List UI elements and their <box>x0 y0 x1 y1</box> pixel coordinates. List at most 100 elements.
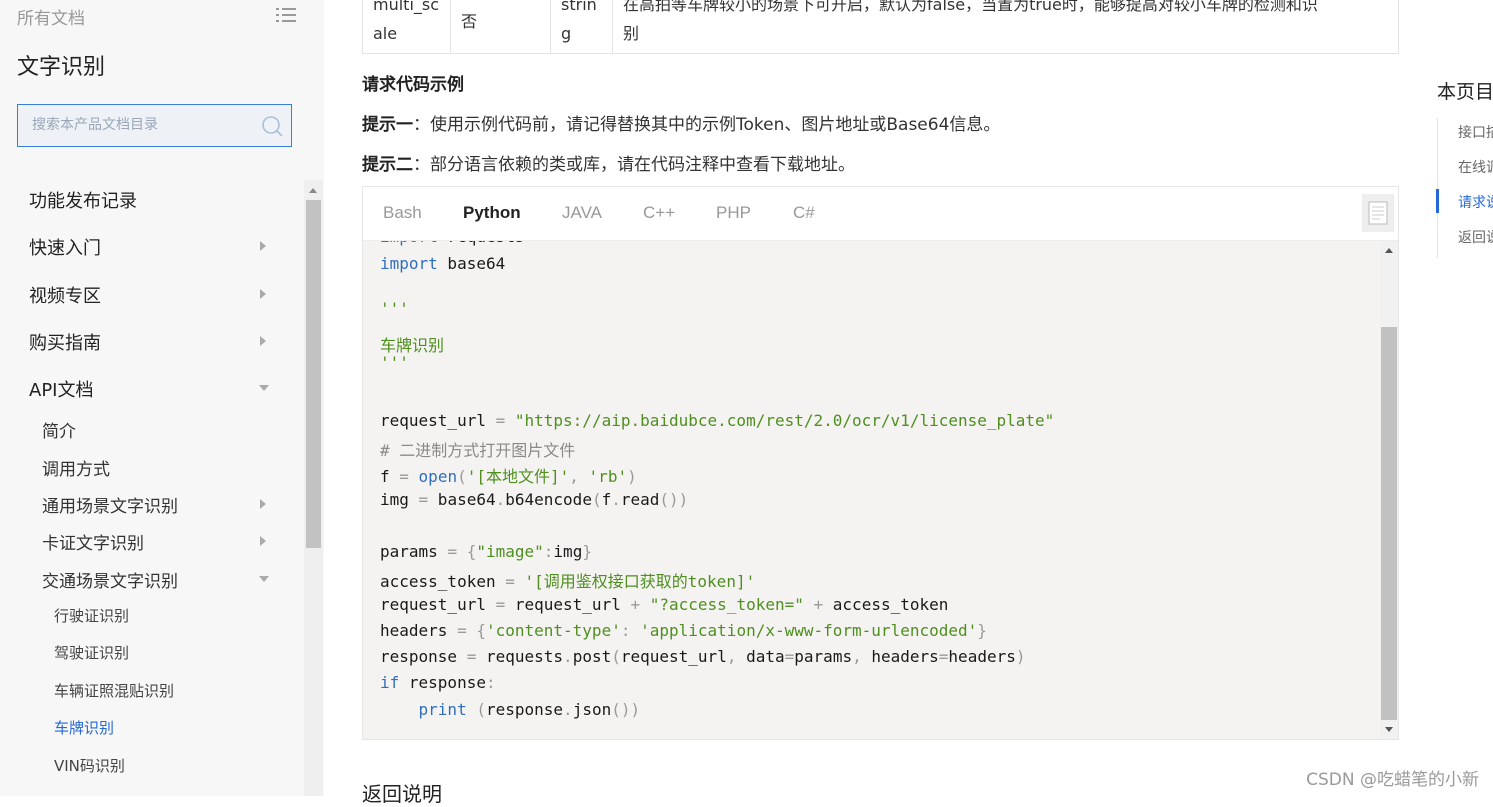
code-token: . <box>495 490 506 509</box>
nav-item-release-notes[interactable]: 功能发布记录 <box>0 180 303 216</box>
nav-item-quick-start[interactable]: 快速入门 <box>0 227 303 263</box>
code-line: ''' <box>380 353 409 372</box>
list-menu-icon[interactable] <box>276 6 296 24</box>
code-token: ()) <box>659 490 689 509</box>
toc-active-marker <box>1436 189 1439 213</box>
tab-python[interactable]: Python <box>463 203 521 223</box>
nav-item-vin-code[interactable]: VIN码识别 <box>0 746 303 782</box>
nav-item-general-ocr[interactable]: 通用场景文字识别 <box>0 485 303 521</box>
tab-php[interactable]: PHP <box>716 203 751 223</box>
code-token: , <box>852 647 862 666</box>
code-example-card: Bash Python JAVA C++ PHP C# import reque… <box>362 186 1399 740</box>
code-line: params = {"image":img} <box>380 542 592 561</box>
nav-item-label: 交通场景文字识别 <box>42 572 178 592</box>
watermark: CSDN @吃蜡笔的小新 <box>1306 770 1479 790</box>
scroll-up-icon[interactable] <box>1385 248 1393 253</box>
tip-text: ：使用示例代码前，请记得替换其中的示例Token、图片地址或Base64信息。 <box>413 115 1001 135</box>
all-docs-link[interactable]: 所有文档 <box>17 4 85 29</box>
toc-item-interface-desc[interactable]: 接口描述 <box>1458 122 1493 142</box>
code-token: ) <box>1015 647 1026 666</box>
code-token: "image" <box>476 542 544 561</box>
search-input[interactable] <box>30 116 254 134</box>
code-token: = { <box>457 621 486 640</box>
code-line: response = requests.post(request_url, da… <box>380 647 1026 666</box>
code-line: request_url = request_url + "?access_tok… <box>380 595 949 614</box>
scroll-up-icon[interactable] <box>309 188 317 193</box>
code-token: ( <box>457 467 467 486</box>
nav-item-call-method[interactable]: 调用方式 <box>0 448 303 484</box>
toc-title: 本页目录 <box>1437 81 1493 103</box>
copy-button[interactable] <box>1362 194 1394 232</box>
nav-item-vehicle-license[interactable]: 行驶证识别 <box>0 596 303 632</box>
required-cell: 否 <box>451 0 551 54</box>
code-token: import <box>380 241 438 246</box>
nav-item-intro[interactable]: 简介 <box>0 410 303 446</box>
code-token: = <box>495 595 506 614</box>
nav-item-label: 行驶证识别 <box>54 607 130 625</box>
code-token: "?access_token=" <box>649 595 804 614</box>
nav-item-card-ocr[interactable]: 卡证文字识别 <box>0 522 303 558</box>
code-token: ) <box>627 467 637 486</box>
nav-item-license-plate[interactable]: 车牌识别 <box>0 708 303 744</box>
product-title: 文字识别 <box>17 55 106 80</box>
code-token: = <box>505 572 515 591</box>
nav-item-label: 调用方式 <box>42 460 110 480</box>
caret-right-icon <box>260 336 266 346</box>
nav-item-video[interactable]: 视频专区 <box>0 275 303 311</box>
param-name-line: multi_sc <box>373 0 440 14</box>
code-token: 'application/x-www-form-urlencoded' <box>640 621 978 640</box>
toc-item-response-desc[interactable]: 返回说明 <box>1458 227 1493 247</box>
description-line: 在高拍等车牌较小的场景下可开启，默认为false，当置为true时，能够提高对较… <box>623 0 1318 14</box>
nav-item-label: 视频专区 <box>29 286 101 307</box>
code-line: import base64 <box>380 254 506 273</box>
nav-item-label: 卡证文字识别 <box>42 534 144 554</box>
sidebar-scrollbar[interactable] <box>304 180 323 796</box>
search-box[interactable] <box>17 104 292 147</box>
tab-java[interactable]: JAVA <box>562 203 602 223</box>
code-line: import requests <box>380 241 525 246</box>
toc-item-online-debug[interactable]: 在线调试 <box>1458 157 1493 177</box>
code-line: headers = {'content-type': 'application/… <box>380 621 987 640</box>
tab-cpp[interactable]: C++ <box>643 203 675 223</box>
code-line: access_token = '[调用鉴权接口获取的token]' <box>380 572 756 591</box>
code-line: print (response.json()) <box>418 700 641 719</box>
tip-one: 提示一：使用示例代码前，请记得替换其中的示例Token、图片地址或Base64信… <box>362 110 1000 135</box>
toc-item-request-desc[interactable]: 请求说明 <box>1458 192 1493 212</box>
tip-label: 提示二 <box>362 155 413 175</box>
type-cell: strin g <box>551 0 613 54</box>
tab-bash[interactable]: Bash <box>383 203 422 223</box>
scrollbar-thumb[interactable] <box>1381 327 1397 720</box>
code-token: = <box>495 411 506 430</box>
toc-rail <box>1437 118 1438 258</box>
tab-csharp[interactable]: C# <box>793 203 815 223</box>
search-icon[interactable] <box>261 115 283 137</box>
code-token: '[调用鉴权接口获取的token]' <box>524 572 756 591</box>
nav-item-label: 车牌识别 <box>54 719 115 737</box>
nav-item-traffic-ocr[interactable]: 交通场景文字识别 <box>0 560 303 596</box>
code-line: if response: <box>380 673 496 692</box>
description-line: 别 <box>623 24 640 43</box>
caret-down-icon <box>259 576 269 582</box>
nav-item-purchase-guide[interactable]: 购买指南 <box>0 322 303 358</box>
param-table-row: multi_sc ale 否 strin g 在高拍等车牌较小的场景下可开启，默… <box>362 0 1399 54</box>
main-content: multi_sc ale 否 strin g 在高拍等车牌较小的场景下可开启，默… <box>324 0 1434 806</box>
code-block[interactable]: import requests import base64 ''' 车牌识别 '… <box>363 241 1380 739</box>
code-token: , <box>726 647 737 666</box>
caret-right-icon <box>260 499 266 509</box>
code-token: ()) <box>611 700 641 719</box>
nav-item-driving-license[interactable]: 驾驶证识别 <box>0 633 303 669</box>
return-section-title: 返回说明 <box>362 782 442 806</box>
code-token: ( <box>591 490 602 509</box>
nav-item-api-docs[interactable]: API文档 <box>0 369 303 405</box>
code-scrollbar[interactable] <box>1380 241 1398 739</box>
section-title: 请求代码示例 <box>362 75 464 95</box>
code-token: ( <box>476 700 486 719</box>
nav-item-label: 功能发布记录 <box>29 191 137 212</box>
code-token: } <box>977 621 987 640</box>
scrollbar-thumb[interactable] <box>306 200 321 548</box>
nav-item-mixed-certificates[interactable]: 车辆证照混贴识别 <box>0 671 303 707</box>
caret-right-icon <box>260 241 266 251</box>
code-token: print <box>418 700 467 719</box>
code-line: f = open('[本地文件]', 'rb') <box>380 467 637 486</box>
scroll-down-icon[interactable] <box>1385 727 1393 732</box>
